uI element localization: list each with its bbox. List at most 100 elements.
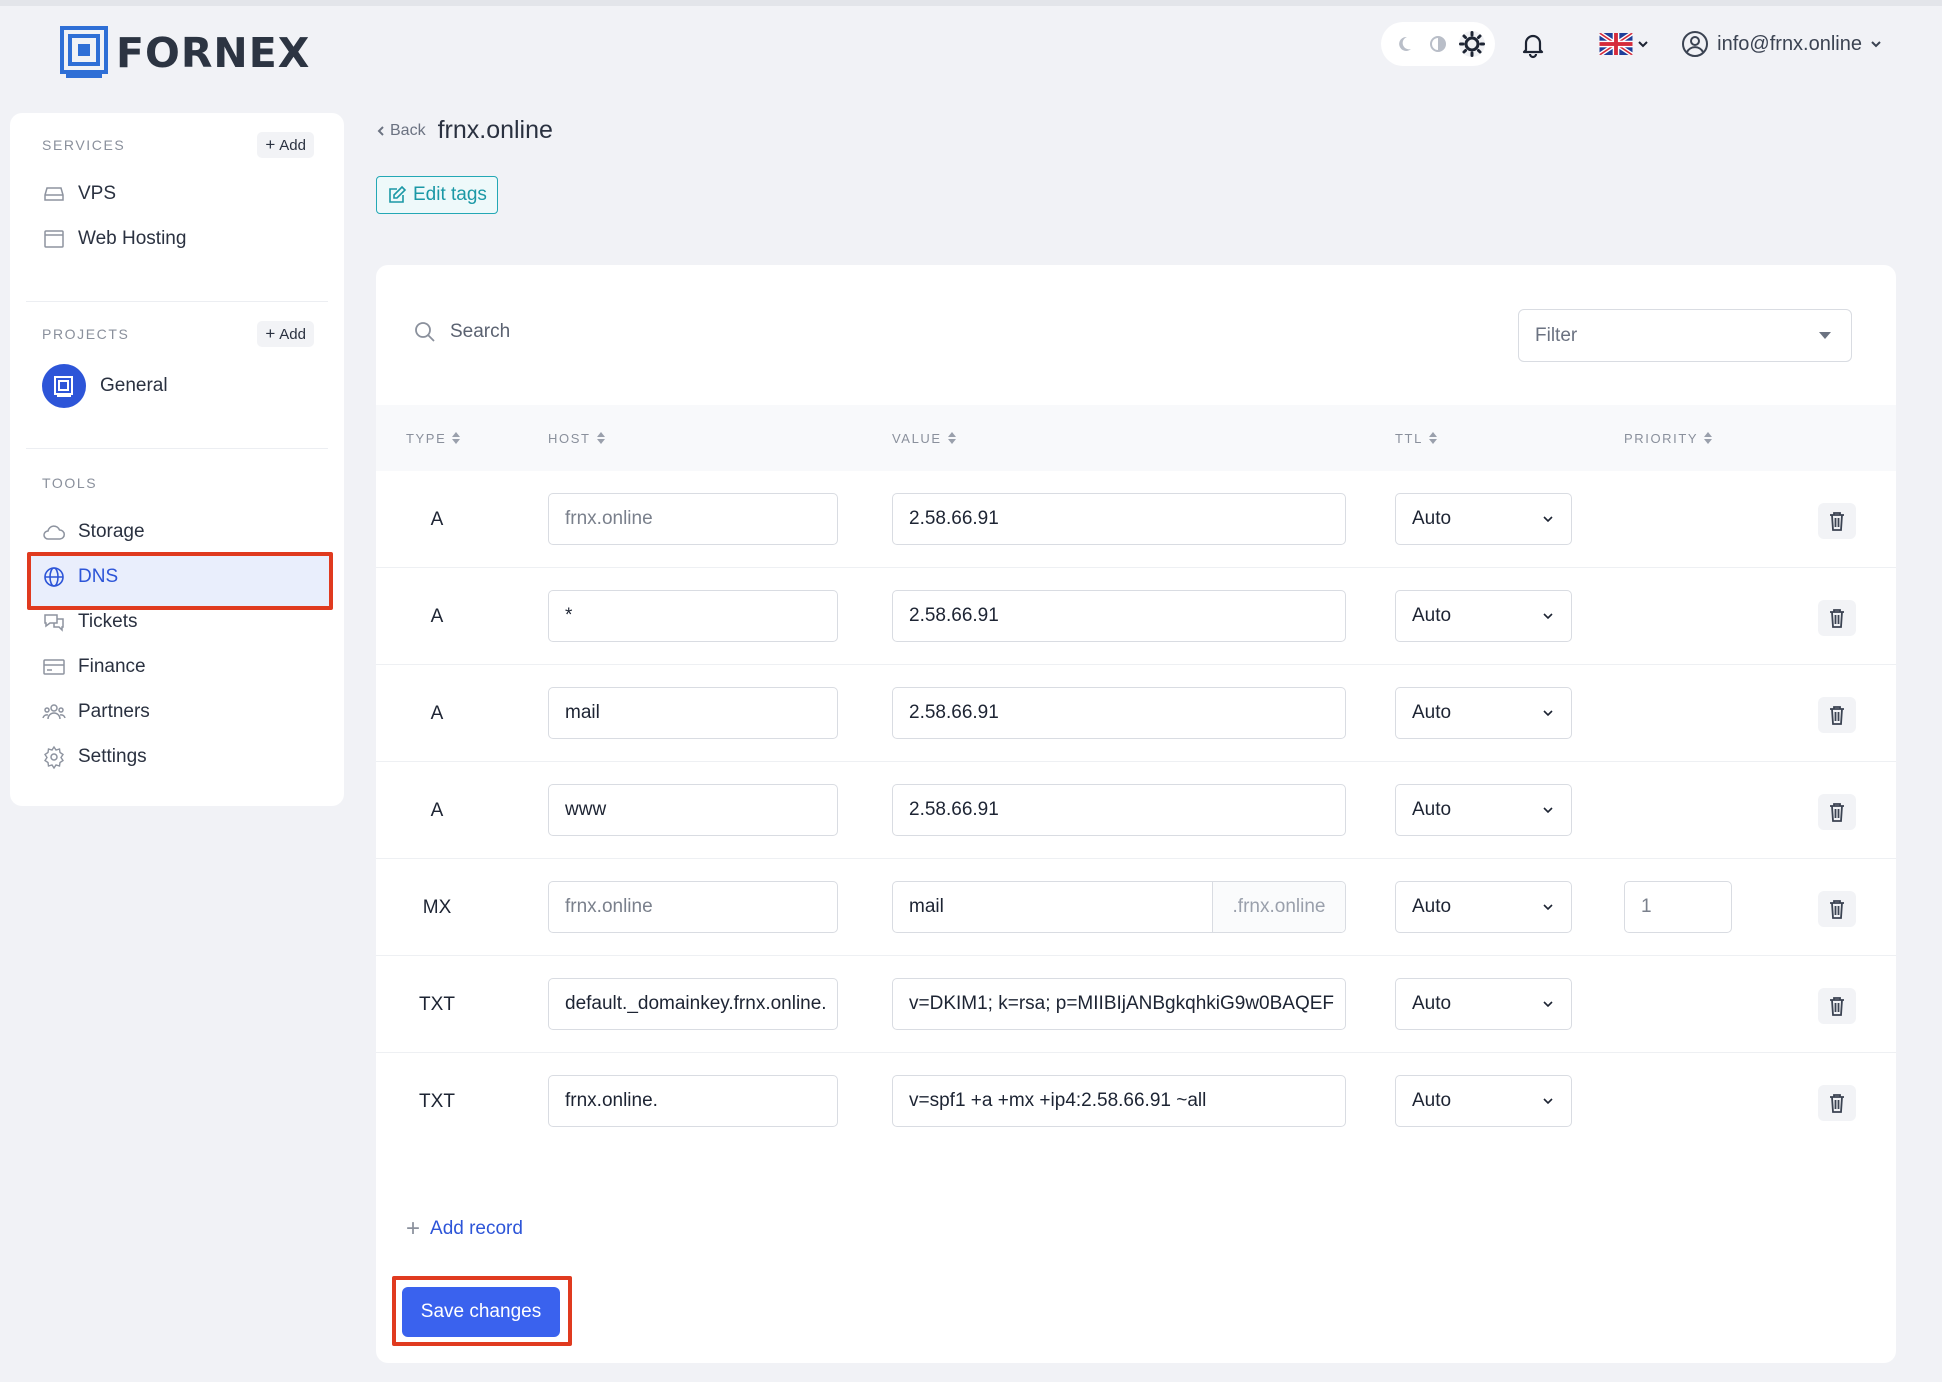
sidebar: SERVICES + Add VPS Web Hosting PROJECTS … [10,113,344,806]
trash-icon [1830,609,1844,628]
table-row: A mail 2.58.66.91 Auto [376,665,1896,762]
sidebar-item-label: VPS [78,182,117,204]
add-service-button[interactable]: + Add [257,132,314,158]
people-icon [42,703,66,719]
trash-icon [1830,1094,1844,1113]
user-menu[interactable]: info@frnx.online [1681,30,1882,58]
host-input[interactable]: frnx.online. [548,1075,838,1127]
sidebar-item-label: Finance [78,655,146,677]
sort-icon [596,432,605,444]
ttl-select[interactable]: Auto [1395,590,1572,642]
caret-down-icon [1819,332,1831,339]
value-input[interactable]: v=DKIM1; k=rsa; p=MIIBIjANBgkqhkiG9w0BAQ… [892,978,1346,1030]
sidebar-item-partners[interactable]: Partners [10,689,344,734]
user-email: info@frnx.online [1717,32,1862,55]
column-ttl[interactable]: TTL [1395,405,1437,471]
search-input[interactable]: Search [450,321,510,343]
search-icon [415,322,435,342]
dns-records-card: Search Filter TYPE HOST VALUE TTL PRIORI… [376,265,1896,1363]
delete-record-button[interactable] [1818,794,1856,830]
table-row: TXT default._domainkey.frnx.online. v=DK… [376,956,1896,1053]
project-general[interactable]: General [10,356,344,416]
host-input[interactable]: www [548,784,838,836]
delete-record-button[interactable] [1818,988,1856,1024]
sidebar-item-finance[interactable]: Finance [10,644,344,689]
moon-icon[interactable] [1391,31,1417,57]
value-input-group[interactable]: mail .frnx.online [892,881,1346,933]
notifications-bell-icon[interactable] [1517,28,1549,60]
search-box[interactable]: Search [414,321,510,343]
fornex-logo-icon [60,26,108,78]
sort-icon [1704,432,1713,444]
breadcrumb: Back frnx.online [376,116,553,145]
value-input[interactable]: mail [893,882,1213,932]
host-input[interactable]: default._domainkey.frnx.online. [548,978,838,1030]
column-label: TYPE [406,430,447,446]
chevron-down-icon [1543,516,1553,523]
ttl-select[interactable]: Auto [1395,1075,1572,1127]
edit-tags-button[interactable]: Edit tags [376,176,498,214]
browser-window-icon [44,229,64,248]
value-input[interactable]: v=spf1 +a +mx +ip4:2.58.66.91 ~all [892,1075,1346,1127]
back-label: Back [390,121,426,139]
ttl-select[interactable]: Auto [1395,493,1572,545]
sidebar-item-storage[interactable]: Storage [10,509,344,554]
add-record-label: Add record [430,1218,523,1239]
value-input[interactable]: 2.58.66.91 [892,784,1346,836]
host-input[interactable]: * [548,590,838,642]
sidebar-item-dns[interactable]: DNS [10,554,344,599]
chevron-down-icon [1543,710,1553,717]
priority-input[interactable]: 1 [1624,881,1732,933]
page-title: frnx.online [437,116,553,144]
sidebar-item-vps[interactable]: VPS [10,171,344,216]
save-changes-button[interactable]: Save changes [402,1287,560,1337]
column-value[interactable]: VALUE [892,405,956,471]
column-type[interactable]: TYPE [406,405,461,471]
plus-icon: + [265,324,276,343]
value-input[interactable]: 2.58.66.91 [892,493,1346,545]
sidebar-item-web-hosting[interactable]: Web Hosting [10,216,344,261]
host-input[interactable]: frnx.online [548,493,838,545]
sort-icon [452,432,461,444]
sun-icon[interactable] [1459,31,1486,57]
ttl-select[interactable]: Auto [1395,978,1572,1030]
table-header: TYPE HOST VALUE TTL PRIORITY [376,405,1896,471]
chevron-down-icon [1543,1001,1553,1008]
tools-header: TOOLS [10,469,344,497]
sidebar-item-label: Partners [78,700,150,722]
language-selector[interactable] [1599,33,1649,55]
theme-switcher[interactable] [1381,22,1496,66]
record-type: A [430,799,444,821]
fornex-logo[interactable]: FORNEX [60,26,310,80]
delete-record-button[interactable] [1818,600,1856,636]
sidebar-item-settings[interactable]: Settings [10,734,344,779]
add-project-button[interactable]: + Add [257,321,314,347]
delete-record-button[interactable] [1818,697,1856,733]
value-input[interactable]: 2.58.66.91 [892,590,1346,642]
column-host[interactable]: HOST [548,405,605,471]
half-circle-icon[interactable] [1425,31,1451,57]
add-record-button[interactable]: + Add record [406,1215,523,1243]
value-input[interactable]: 2.58.66.91 [892,687,1346,739]
ttl-select[interactable]: Auto [1395,687,1572,739]
table-row: MX frnx.online mail .frnx.online Auto 1 [376,859,1896,956]
back-link[interactable]: Back [376,122,426,140]
edit-icon [389,185,407,203]
host-input[interactable]: frnx.online [548,881,838,933]
delete-record-button[interactable] [1818,1085,1856,1121]
globe-icon [44,566,64,587]
add-service-label: Add [279,136,306,154]
ttl-select[interactable]: Auto [1395,784,1572,836]
table-row: TXT frnx.online. v=spf1 +a +mx +ip4:2.58… [376,1053,1896,1150]
uk-flag-icon [1599,33,1634,55]
plus-icon: + [406,1215,421,1242]
sidebar-item-label: Settings [78,745,147,767]
delete-record-button[interactable] [1818,891,1856,927]
filter-select[interactable]: Filter [1518,309,1852,362]
trash-icon [1830,706,1844,725]
host-input[interactable]: mail [548,687,838,739]
column-priority[interactable]: PRIORITY [1624,405,1713,471]
delete-record-button[interactable] [1818,503,1856,539]
ttl-select[interactable]: Auto [1395,881,1572,933]
trash-icon [1830,900,1844,919]
